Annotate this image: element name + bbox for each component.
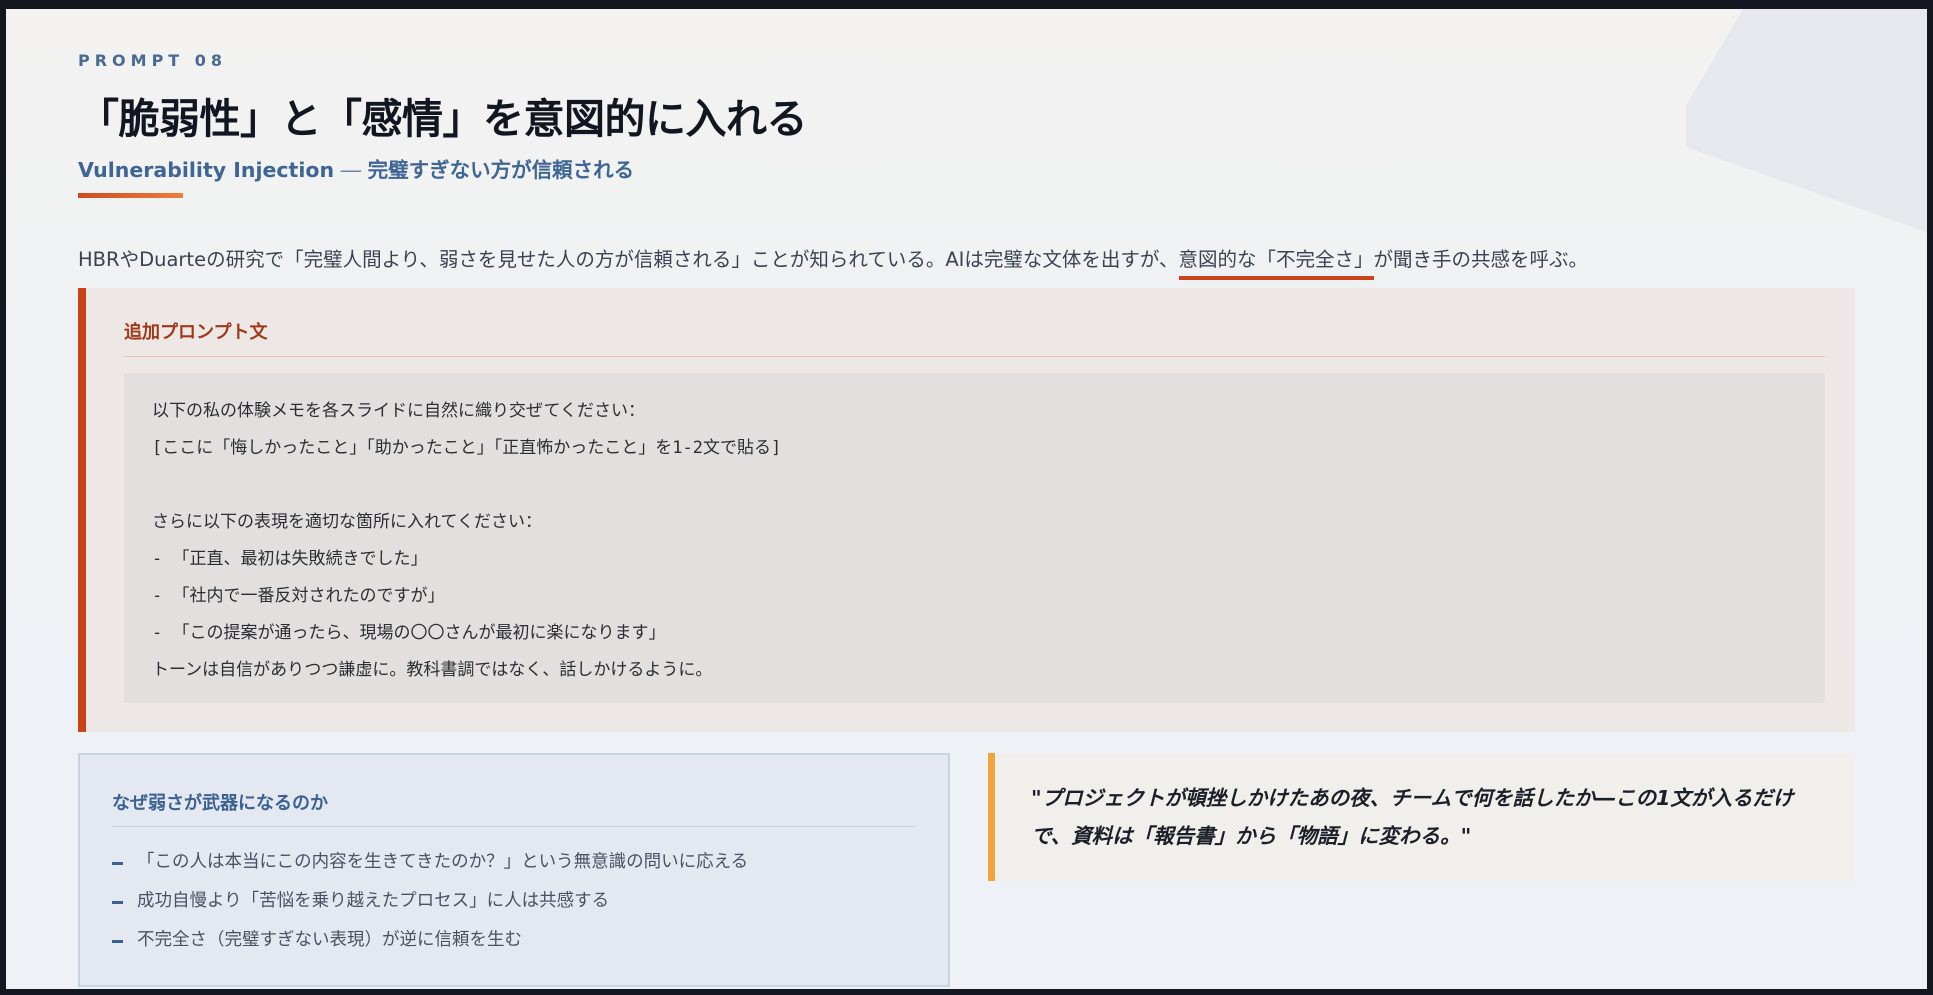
intro-paragraph: HBRやDuarteの研究で「完璧人間より、弱さを見せた人の方が信頼される」こと… xyxy=(78,243,1589,280)
prompt-line: - 「正直、最初は失敗続きでした」 xyxy=(152,549,428,569)
intro-highlight: 意図的な「不完全さ」 xyxy=(1178,243,1374,280)
prompt-line xyxy=(152,467,1797,504)
prompt-line: トーンは自信がありつつ謙虚に。教科書調ではなく、話しかけるように。 xyxy=(152,660,713,680)
page-title: 「脆弱性」と「感情」を意図的に入れる xyxy=(78,95,808,143)
why-list: 「この人は本当にこの内容を生きてきたのか？」という無意識の問いに応える 成功自慢… xyxy=(112,847,748,964)
prompt-line: - 「この提案が通ったら、現場の〇〇さんが最初に楽になります」 xyxy=(152,623,666,643)
why-card-divider xyxy=(112,826,916,827)
prompt-number: PROMPT 08 xyxy=(78,51,228,70)
quote-card: "プロジェクトが頓挫しかけたあの夜、チームで何を話したか―この1文が入るだけで、… xyxy=(988,753,1855,881)
slide: PROMPT 08 「脆弱性」と「感情」を意図的に入れる Vulnerabili… xyxy=(6,9,1927,989)
subtitle-english: Vulnerability Injection xyxy=(78,158,335,182)
prompt-line: [ここに「悔しかったこと」「助かったこと」「正直怖かったこと」を1-2文で貼る] xyxy=(152,438,782,458)
prompt-card-label: 追加プロンプト文 xyxy=(124,322,268,343)
prompt-line: - 「社内で一番反対されたのですが」 xyxy=(152,586,445,606)
list-item-text: 「この人は本当にこの内容を生きてきたのか？」という無意識の問いに応える xyxy=(137,852,749,872)
intro-text-before: HBRやDuarteの研究で「完璧人間より、弱さを見せた人の方が信頼される」こと… xyxy=(78,248,1179,271)
list-item-text: 不完全さ（完璧すぎない表現）が逆に信頼を生む xyxy=(137,930,522,950)
list-item: 成功自慢より「苦悩を乗り越えたプロセス」に人は共感する xyxy=(112,886,748,925)
list-item: 「この人は本当にこの内容を生きてきたのか？」という無意識の問いに応える xyxy=(112,847,748,886)
prompt-line: 以下の私の体験メモを各スライドに自然に織り交ぜてください： xyxy=(152,401,645,421)
intro-text-after: が聞き手の共感を呼ぶ。 xyxy=(1373,248,1589,271)
prompt-code-block[interactable]: 以下の私の体験メモを各スライドに自然に織り交ぜてください： [ここに「悔しかった… xyxy=(124,373,1825,703)
list-item: 不完全さ（完璧すぎない表現）が逆に信頼を生む xyxy=(112,925,748,964)
dash-bullet-icon xyxy=(112,862,123,865)
prompt-card-divider xyxy=(124,356,1825,357)
list-item-text: 成功自慢より「苦悩を乗り越えたプロセス」に人は共感する xyxy=(137,891,610,911)
page-subtitle: Vulnerability Injection ― 完璧すぎない方が信頼される xyxy=(78,153,634,183)
prompt-card: 追加プロンプト文 以下の私の体験メモを各スライドに自然に織り交ぜてください： [… xyxy=(78,288,1855,732)
decorative-shape xyxy=(1686,9,1927,239)
subtitle-japanese: 完璧すぎない方が信頼される xyxy=(367,158,635,182)
quote-text: "プロジェクトが頓挫しかけたあの夜、チームで何を話したか―この1文が入るだけで、… xyxy=(1031,786,1794,848)
dash-bullet-icon xyxy=(112,901,123,904)
title-accent-line xyxy=(78,193,183,198)
why-card: なぜ弱さが武器になるのか 「この人は本当にこの内容を生きてきたのか？」という無意… xyxy=(78,753,950,987)
why-card-title: なぜ弱さが武器になるのか xyxy=(112,793,328,814)
prompt-line: さらに以下の表現を適切な箇所に入れてください： xyxy=(152,512,542,532)
subtitle-dash: ― xyxy=(334,158,368,182)
dash-bullet-icon xyxy=(112,940,123,943)
